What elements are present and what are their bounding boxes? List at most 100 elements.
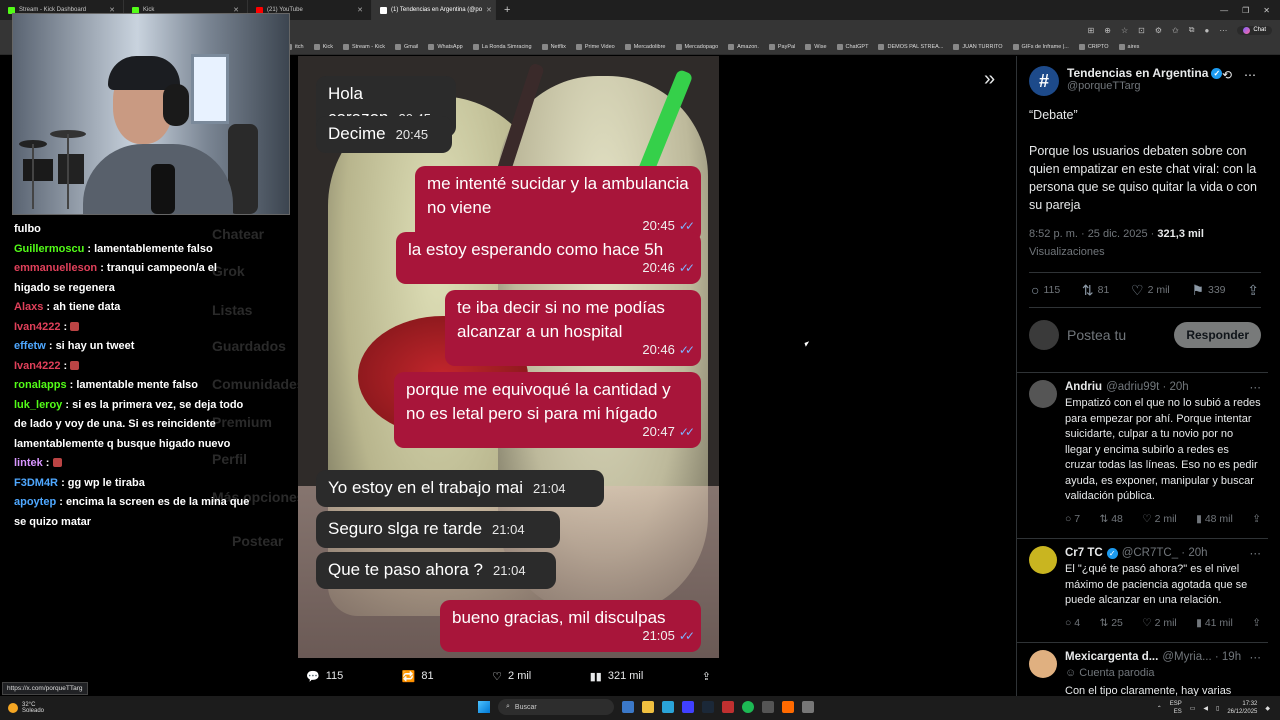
reply-item[interactable]: Cr7 TC ✓ @CR7TC_ · 20h ⋯ El "¿qué te pasó a… [1029,546,1261,629]
more-icon[interactable]: ⋯ [1250,546,1262,560]
like-button[interactable]: ♡ 2 mil [492,670,531,683]
edge-icon[interactable] [662,701,674,713]
views-button[interactable]: ▮ 48 mil [1196,513,1233,525]
clock[interactable]: 17:32 26/12/2025 [1227,700,1257,716]
minimize-icon[interactable]: — [1220,6,1228,15]
tweet-reply-button[interactable]: ○ 115 [1031,282,1060,298]
chat-username[interactable]: Ivan4222 [14,321,60,333]
bookmark-item[interactable]: Netflix [541,44,566,50]
tweet-image[interactable]: Hola corazon20:45Decime20:45me intenté s… [298,56,719,658]
bookmark-item[interactable]: CRIPTO [1078,44,1109,50]
repost-button[interactable]: 🔁 81 [402,670,434,683]
bookmark-item[interactable]: WhatsApp [428,44,463,50]
tweet-share-button[interactable]: ⇪ [1247,282,1259,299]
spotify-icon[interactable] [742,701,754,713]
like-button[interactable]: ♡ 2 mil [1142,513,1177,525]
author-handle[interactable]: @porqueTTarg [1067,80,1222,92]
reply-button[interactable]: ○ 7 [1065,513,1080,525]
bookmark-item[interactable]: Wise [805,44,827,50]
reply-button[interactable]: 💬 115 [306,670,343,683]
reply-avatar[interactable] [1029,650,1057,678]
more-icon[interactable]: ⋯ [1250,650,1262,664]
bookmark-item[interactable]: Mercadopago [675,44,718,50]
translate-icon[interactable]: ⊞ [1088,26,1095,35]
tweet-bookmark-button[interactable]: ⚑ 339 [1191,282,1225,299]
collections-icon[interactable]: ⧉ [1189,25,1195,35]
bookmark-item[interactable]: Prime Video [575,44,615,50]
bookmark-item[interactable]: PayPal [768,44,795,50]
more-icon[interactable]: ⋯ [1250,380,1262,394]
grok-icon[interactable]: ⟲ [1222,68,1232,82]
settings-icon[interactable]: ⚙ [1155,26,1162,35]
tray-expand-icon[interactable]: ⌃ [1157,705,1162,712]
notifications-icon[interactable]: ◆ [1265,705,1270,712]
repost-button[interactable]: ⇅ 48 [1099,513,1122,525]
extensions-icon[interactable]: ⊡ [1138,26,1145,35]
weather-widget[interactable]: 32°C Soleado [0,702,44,714]
discord-icon[interactable] [682,701,694,713]
chat-username[interactable]: effetw [14,340,46,352]
maximize-icon[interactable]: ❐ [1242,6,1249,15]
tweet-timestamp[interactable]: 8:52 p. m. · 25 dic. 2025 · [1029,228,1154,240]
reply-input[interactable]: Postea tu [1067,327,1166,343]
star-icon[interactable]: ☆ [1121,26,1128,35]
author-avatar[interactable]: # [1029,66,1059,96]
profile-avatar[interactable]: ● [1204,26,1209,35]
bookmark-item[interactable]: Amazon. [728,44,759,50]
bookmark-item[interactable]: Mercadolibre [624,44,666,50]
tweet-like-button[interactable]: ♡ 2 mil [1131,282,1170,299]
views-button[interactable]: ▮ 41 mil [1196,617,1233,629]
bookmark-item[interactable]: JUAN TURRITO [953,44,1003,50]
app-icon[interactable] [762,701,774,713]
reply-item[interactable]: Andriu @adriu99t · 20h ⋯ Empatizó con el q… [1029,380,1261,525]
chat-username[interactable]: ronalapps [14,379,67,391]
share-icon[interactable]: ⇪ [1252,513,1261,525]
task-view-icon[interactable] [622,701,634,713]
menu-icon[interactable]: ⋯ [1219,26,1227,35]
obs-icon[interactable] [782,701,794,713]
steam-icon[interactable] [702,701,714,713]
chat-username[interactable]: luk_leroy [14,399,62,411]
close-window-icon[interactable]: ✕ [1263,6,1270,15]
reply-submit-button[interactable]: Responder [1174,322,1261,348]
chat-username[interactable]: Alaxs [14,301,43,313]
bookmark-item[interactable]: Stream - Kick [342,44,385,50]
share-button[interactable]: ⇪ [702,670,711,683]
repost-button[interactable]: ⇅ 25 [1099,617,1122,629]
bookmark-item[interactable]: La Ronda Simracing [472,44,532,50]
views-button[interactable]: ▮▮ 321 mil [590,670,644,683]
reply-author[interactable]: Mexicargenta d... [1065,651,1158,663]
share-icon[interactable]: ⇪ [1252,617,1261,629]
reply-author[interactable]: Cr7 TC [1065,547,1103,559]
close-icon[interactable]: ✕ [357,6,363,14]
battery-icon[interactable]: ▯ [1216,705,1219,712]
like-button[interactable]: ♡ 2 mil [1142,617,1177,629]
network-icon[interactable]: ▭ [1190,705,1196,712]
bookmark-item[interactable]: Kick [313,44,333,50]
more-icon[interactable]: ⋯ [1244,68,1256,82]
bookmark-item[interactable]: Gmail [394,44,418,50]
reply-button[interactable]: ○ 4 [1065,617,1080,629]
new-tab-button[interactable]: + [496,4,518,16]
chat-username[interactable]: Ivan4222 [14,360,60,372]
reply-avatar[interactable] [1029,546,1057,574]
reply-avatar[interactable] [1029,380,1057,408]
volume-icon[interactable]: ◀ [1203,705,1208,712]
chat-username[interactable]: emmanuelleson [14,262,97,274]
reply-item[interactable]: Mexicargenta d... @Myria... · 19h ⋯ ☺ Cuen… [1029,650,1261,696]
zoom-icon[interactable]: ⊕ [1104,26,1111,35]
reply-author[interactable]: Andriu [1065,381,1102,393]
tab-x-tendencias[interactable]: (1) Tendencias en Argentina (@po ✕ [372,0,496,20]
chat-username[interactable]: Guillermoscu [14,243,84,255]
language-indicator[interactable]: ESP ES [1170,700,1182,716]
bookmark-item[interactable]: aires [1118,44,1139,50]
chat-button[interactable]: Chat [1237,25,1272,35]
close-icon[interactable]: ✕ [486,6,492,14]
bookmark-item[interactable]: ChatGPT [836,44,868,50]
tweet-repost-button[interactable]: ⇅ 81 [1082,282,1109,299]
file-explorer-icon[interactable] [642,701,654,713]
app-icon[interactable] [722,701,734,713]
chat-username[interactable]: apoytep [14,496,56,508]
bookmark-item[interactable]: DEMOS PAL STREA... [878,44,943,50]
favorites-icon[interactable]: ✩ [1172,26,1179,35]
